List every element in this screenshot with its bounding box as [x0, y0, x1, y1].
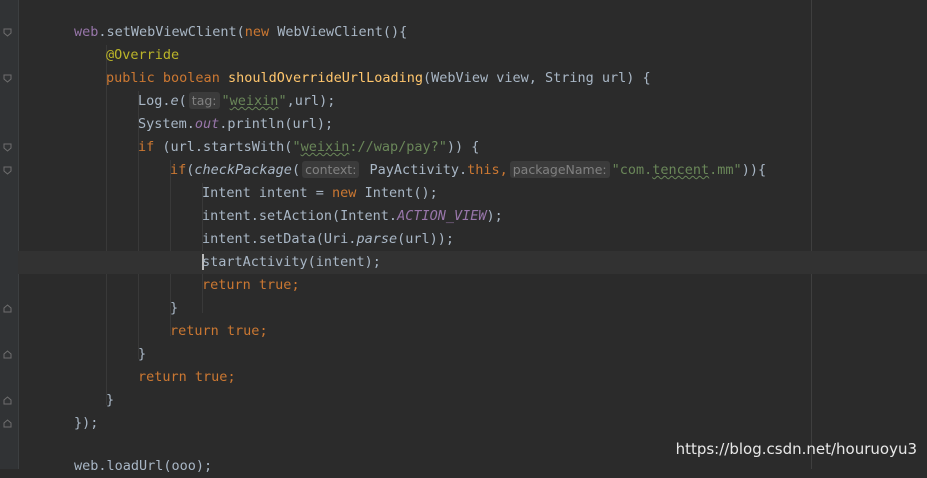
token-semicolon: ; [227, 369, 236, 385]
token-text: (url.startsWith( [154, 139, 293, 155]
token-brace: } [170, 300, 179, 316]
code-line-10[interactable]: intent.setData(Uri.parse(url)); [18, 228, 927, 251]
token-annotation: @Override [106, 47, 180, 63]
token-dot: . [98, 24, 107, 40]
token-string: " [278, 93, 287, 109]
token-keyword: true [258, 277, 292, 293]
fold-toggle-icon[interactable] [3, 28, 12, 37]
code-line-3[interactable]: public boolean shouldOverrideUrlLoading(… [18, 67, 927, 90]
source-watermark: https://blog.csdn.net/houruoyu3 [675, 440, 917, 458]
token-text: Intent intent = [202, 185, 333, 201]
token-brace: } [138, 346, 147, 362]
token-comma: , [499, 162, 508, 178]
token-keyword: this [467, 162, 500, 178]
code-line-5[interactable]: System.out.println(url); [18, 113, 927, 136]
token-text: PayActivity. [361, 162, 468, 178]
token-paren: ( [236, 24, 245, 40]
token-text: ,url); [286, 93, 336, 109]
code-editor[interactable]: web.setWebViewClient(new WebViewClient()… [18, 0, 927, 474]
token-keyword: if [170, 162, 187, 178]
code-line-17[interactable]: } [18, 389, 927, 412]
code-line-14[interactable]: return true; [18, 320, 927, 343]
code-line-19[interactable]: web.loadUrl(ooo); [18, 455, 927, 478]
token-semicolon: ; [291, 277, 300, 293]
code-line-7[interactable]: if(checkPackage(context: PayActivity.thi… [18, 159, 927, 182]
code-line-15[interactable]: } [18, 343, 927, 366]
parameter-hint: context: [302, 161, 360, 178]
token-string: ://wap/pay?" [349, 139, 447, 155]
token-text: System. [138, 116, 195, 132]
fold-end-icon[interactable] [3, 396, 12, 405]
token-text: ); [486, 208, 503, 224]
token-keyword: new [244, 24, 270, 40]
token-method: setWebViewClient [106, 24, 237, 40]
code-line-1[interactable]: web.setWebViewClient(new WebViewClient()… [18, 21, 927, 44]
token-keyword: public [106, 70, 155, 86]
token-text: (WebView view, String url) { [423, 70, 651, 86]
code-line-4[interactable]: Log.e(tag: "weixin",url); [18, 90, 927, 113]
token-text: web.loadUrl(ooo); [74, 458, 213, 474]
token-string-typo: tencent [652, 162, 710, 178]
code-line-16[interactable]: return true; [18, 366, 927, 389]
code-line-8[interactable]: Intent intent = new Intent(); [18, 182, 927, 205]
fold-toggle-icon[interactable] [3, 74, 12, 83]
token-method-declaration: shouldOverrideUrlLoading [227, 70, 424, 86]
token-text: intent.setAction(Intent. [202, 208, 398, 224]
code-line-2[interactable]: @Override [18, 44, 927, 67]
token-semicolon: ; [259, 323, 268, 339]
token-keyword: return [170, 323, 219, 339]
token-string-typo: weixin [229, 93, 279, 109]
token-text: WebViewClient(){ [269, 24, 408, 40]
token-static-method: parse [356, 231, 398, 247]
fold-toggle-icon[interactable] [3, 143, 12, 152]
token-paren: ( [178, 93, 187, 109]
code-line-18[interactable]: }); [18, 412, 927, 435]
fold-end-icon[interactable] [3, 304, 12, 313]
code-line-9[interactable]: intent.setAction(Intent.ACTION_VIEW); [18, 205, 927, 228]
token-text: .println(url); [219, 116, 334, 132]
token-text: intent.setData(Uri. [202, 231, 357, 247]
fold-end-icon[interactable] [3, 350, 12, 359]
token-paren: ( [291, 162, 301, 178]
fold-end-icon[interactable] [3, 419, 12, 428]
token-text: Log. [138, 93, 171, 109]
token-method-call: startActivity [202, 254, 308, 270]
token-string: " [292, 139, 301, 155]
token-keyword: boolean [162, 70, 220, 86]
fold-toggle-icon[interactable] [3, 166, 12, 175]
code-line-6[interactable]: if (url.startsWith("weixin://wap/pay?"))… [18, 136, 927, 159]
token-static-field: out [194, 116, 220, 132]
token-keyword: if [138, 139, 155, 155]
token-string: " [221, 93, 230, 109]
token-keyword: return [202, 277, 251, 293]
code-line-13[interactable]: } [18, 297, 927, 320]
token-text: (url)); [397, 231, 454, 247]
token-text: )) { [446, 139, 480, 155]
token-keyword: return [138, 369, 187, 385]
token-static-field: ACTION_VIEW [397, 208, 487, 224]
code-line-12[interactable]: return true; [18, 274, 927, 297]
token-text: )){ [741, 162, 767, 178]
code-line-11-current[interactable]: startActivity(intent); [18, 251, 927, 274]
parameter-hint: tag: [188, 92, 220, 109]
token-text: (intent); [307, 254, 381, 270]
token-keyword: true [226, 323, 260, 339]
token-static-method: e [170, 93, 179, 109]
token-text: Intent(); [356, 185, 438, 201]
token-string: "com. [611, 162, 653, 178]
token-object: web [74, 24, 99, 40]
token-keyword: true [194, 369, 228, 385]
token-brace: } [106, 392, 115, 408]
token-string-typo: weixin [300, 139, 350, 155]
editor-gutter [0, 0, 19, 469]
token-string: .mm" [709, 162, 742, 178]
parameter-hint: packageName: [509, 161, 610, 178]
token-text: }); [74, 415, 99, 431]
token-keyword: new [332, 185, 357, 201]
token-method-call: checkPackage [194, 162, 292, 178]
